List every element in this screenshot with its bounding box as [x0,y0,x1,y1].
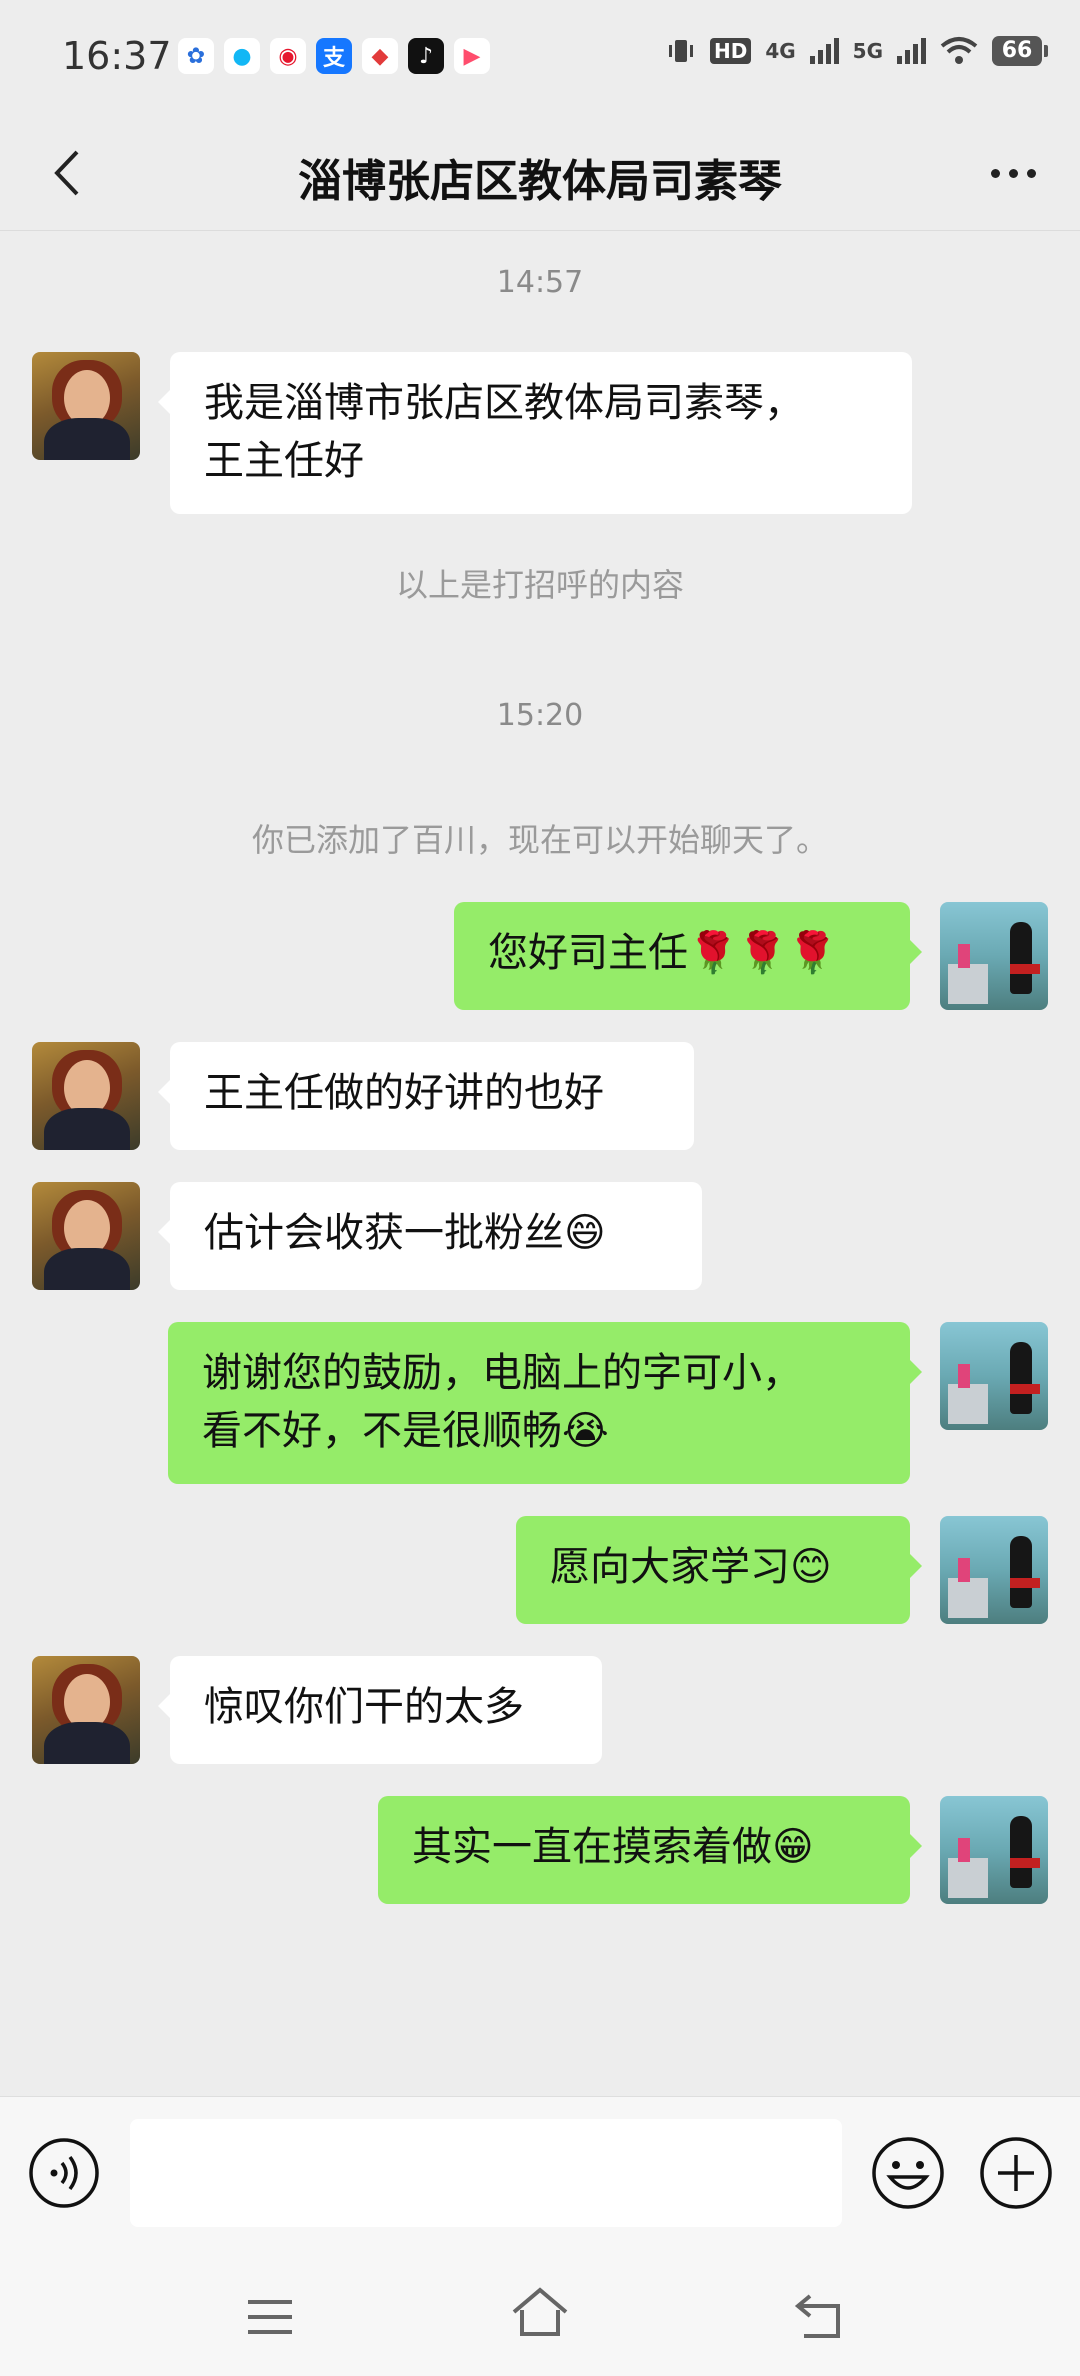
chat-title: 淄博张店区教体局司素琴 [298,156,782,207]
my-avatar[interactable] [940,1516,1048,1624]
message-bubble[interactable]: 谢谢您的鼓励，电脑上的字可小， 看不好，不是很顺畅😭 [168,1322,922,1484]
message-text: 其实一直在摸索着做😁 [412,1824,814,1870]
system-message: 以上是打招呼的内容 [395,566,684,604]
wifi-icon [940,37,978,64]
message-bubble[interactable]: 我是淄博市张店区教体局司素琴， 王主任好 [158,352,912,514]
plus-icon[interactable] [978,2135,1054,2211]
contact-avatar[interactable] [32,352,140,460]
chat-header: 淄博张店区教体局司素琴 [0,115,1080,231]
system-message: 你已添加了百川，现在可以开始聊天了。 [251,821,828,859]
more-options-icon[interactable] [978,145,1048,201]
message-input[interactable] [130,2119,842,2227]
contact-avatar[interactable] [32,1042,140,1150]
my-avatar[interactable] [940,1796,1048,1904]
4g-label: 4G [765,39,796,63]
nav-back-icon[interactable] [790,2288,850,2344]
status-time: 16:37 [62,34,172,78]
message-text: 谢谢您的鼓励，电脑上的字可小， 看不好，不是很顺畅😭 [202,1350,802,1454]
timestamp: 14:57 [496,265,584,300]
my-avatar[interactable] [940,1322,1048,1430]
message-text: 我是淄博市张店区教体局司素琴， 王主任好 [204,380,804,484]
system-nav-bar [0,2256,1080,2376]
timestamp: 15:20 [496,698,584,733]
vibrate-icon [668,40,693,62]
hd-label: HD [709,38,752,64]
message-text: 估计会收获一批粉丝😄 [204,1210,606,1256]
message-text: 王主任做的好讲的也好 [204,1070,604,1116]
contact-avatar[interactable] [32,1182,140,1290]
contact-avatar[interactable] [32,1656,140,1764]
weibo-icon: ◉ [270,38,306,74]
message-bubble[interactable]: 王主任做的好讲的也好 [158,1042,694,1150]
message-bubble[interactable]: 估计会收获一批粉丝😄 [158,1182,702,1290]
input-bar [0,2096,1080,2257]
message-bubble[interactable]: 您好司主任🌹🌹🌹 [454,902,922,1010]
voice-icon[interactable] [28,2137,100,2209]
video-icon: ▶ [454,38,490,74]
emoji-icon[interactable] [870,2135,946,2211]
battery-indicator: 66 [992,36,1048,66]
message-bubble[interactable]: 愿向大家学习😊 [516,1516,922,1624]
signal-icon [809,38,839,64]
5g-label: 5G [852,39,883,63]
baidu-icon: ✿ [178,38,214,74]
home-icon[interactable] [508,2284,572,2344]
status-bar: 16:37 ✿ ● ◉ 支 ◆ ♪ ▶ HD 4G 5G 66 [0,0,1080,115]
signal-icon-2 [897,38,926,64]
notification-icons: ✿ ● ◉ 支 ◆ ♪ ▶ [178,38,490,78]
message-text: 愿向大家学习😊 [550,1544,832,1590]
alipay-icon: 支 [316,38,352,74]
maps-icon: ◆ [362,38,398,74]
message-bubble[interactable]: 其实一直在摸索着做😁 [378,1796,922,1904]
my-avatar[interactable] [940,902,1048,1010]
message-text: 您好司主任🌹🌹🌹 [488,930,838,976]
qq-icon: ● [224,38,260,74]
message-bubble[interactable]: 惊叹你们干的太多 [158,1656,602,1764]
menu-icon[interactable] [240,2292,300,2342]
system-indicators: HD 4G 5G 66 [666,36,1048,66]
message-text: 惊叹你们干的太多 [204,1684,524,1730]
tiktok-icon: ♪ [408,38,444,74]
